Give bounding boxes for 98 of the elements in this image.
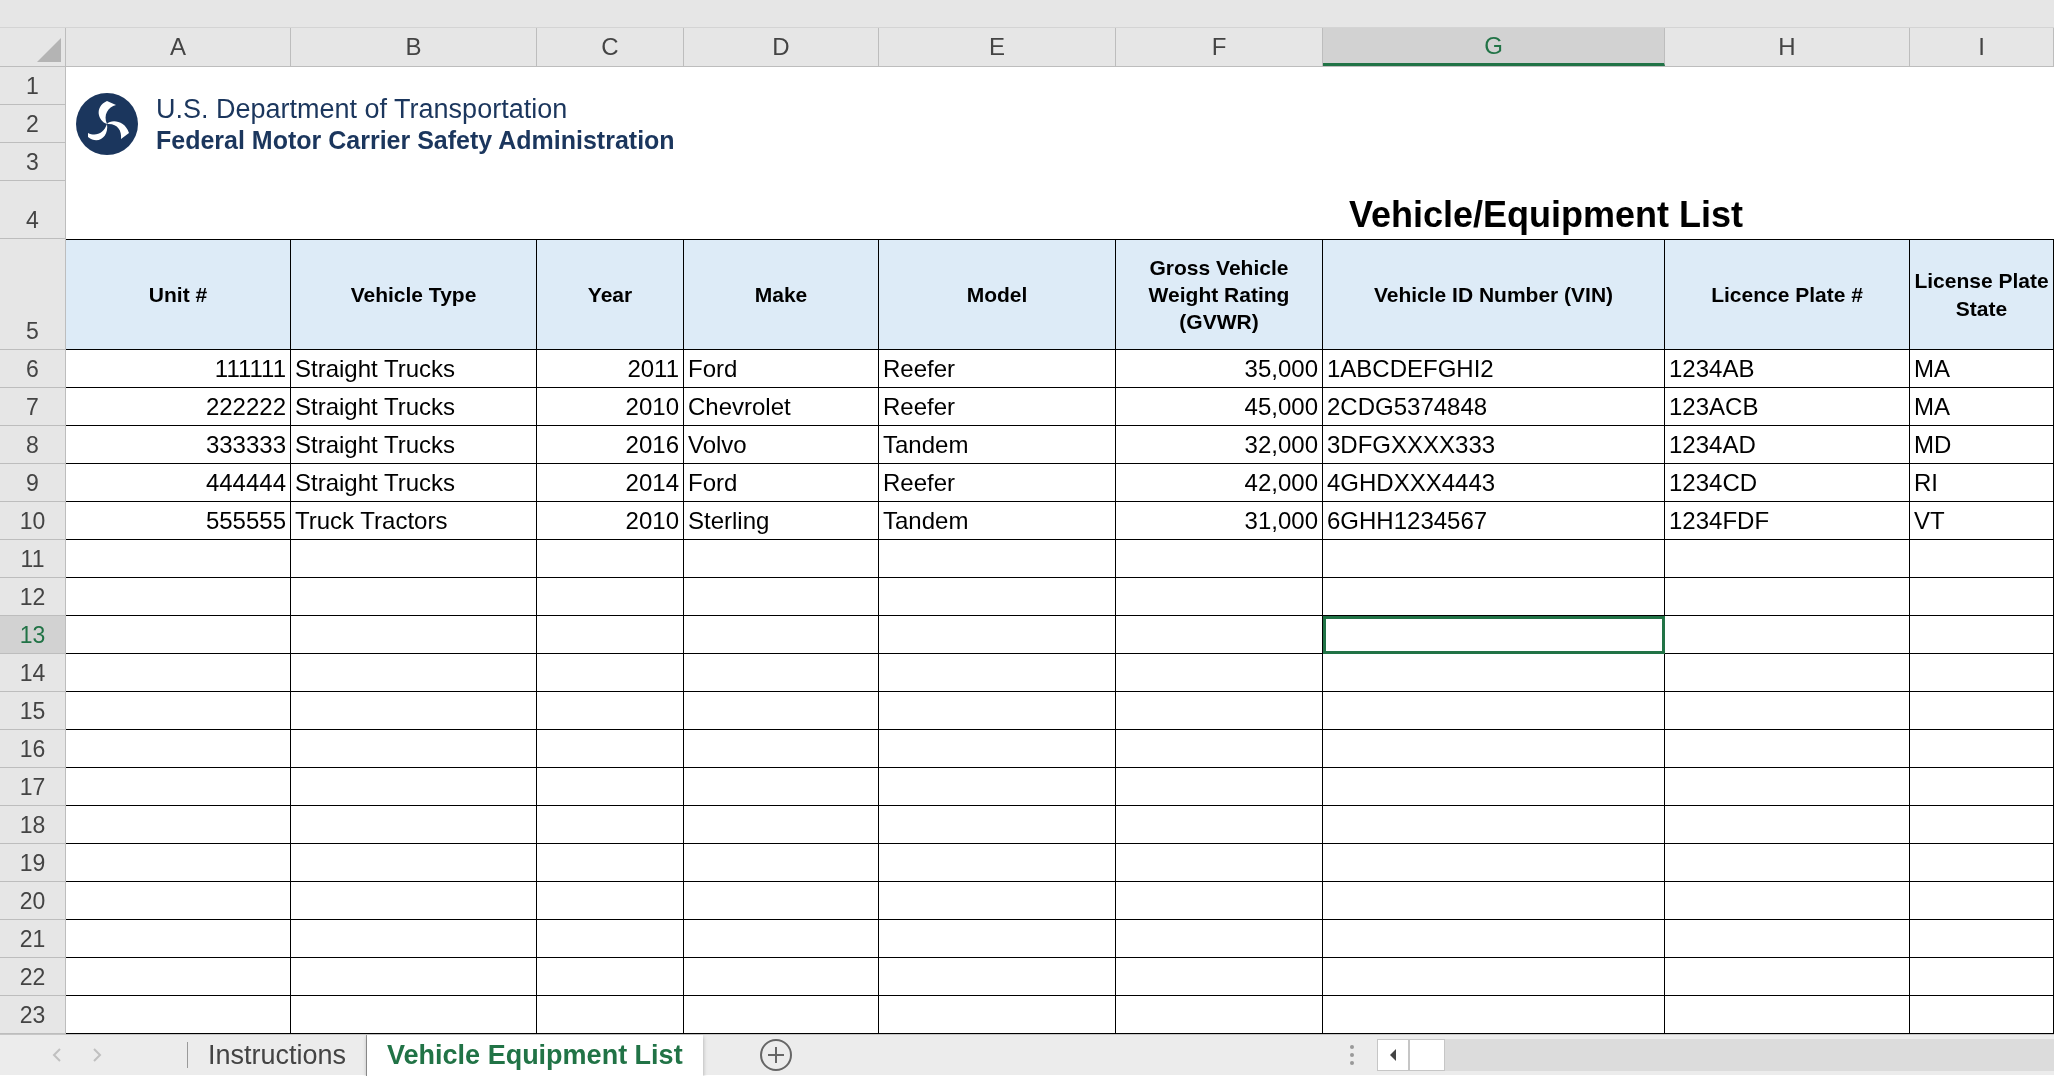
row-number[interactable]: 4 [0, 181, 66, 239]
row-number[interactable]: 6 [0, 350, 66, 388]
add-sheet-icon[interactable] [758, 1038, 793, 1072]
table-cell: 32,000 [1116, 426, 1323, 464]
row-number[interactable]: 14 [0, 654, 66, 692]
sheet-tab[interactable]: Vehicle Equipment List [367, 1034, 703, 1076]
table-cell: Chevrolet [684, 388, 879, 426]
scrollbar-thumb[interactable] [1408, 1039, 1445, 1071]
sheet-title: Vehicle/Equipment List [1348, 197, 1744, 237]
row-number[interactable]: 20 [0, 882, 66, 920]
table-cell: 2010 [537, 502, 684, 540]
row-number[interactable]: 23 [0, 996, 66, 1034]
table-cell: MA [1910, 350, 2054, 388]
table-cell: 444444 [66, 464, 291, 502]
column-heading: Year [537, 239, 684, 350]
splitter-handle-icon[interactable] [1348, 1044, 1355, 1066]
column-header[interactable]: E [879, 28, 1116, 66]
table-cell: 333333 [66, 426, 291, 464]
table-cell: 1ABCDEFGHI2 [1323, 350, 1665, 388]
column-header[interactable]: B [291, 28, 537, 66]
column-header[interactable]: A [66, 28, 291, 66]
column-heading: Gross Vehicle Weight Rating (GVWR) [1116, 239, 1323, 350]
column-heading: Make [684, 239, 879, 350]
column-header[interactable]: C [537, 28, 684, 66]
table-cell: Ford [684, 464, 879, 502]
row-number[interactable]: 13 [0, 616, 66, 654]
row-number[interactable]: 22 [0, 958, 66, 996]
logo-text: U.S. Department of Transportation [156, 92, 569, 126]
row-number[interactable]: 8 [0, 426, 66, 464]
scroll-left-button[interactable] [1376, 1039, 1409, 1071]
row-number[interactable]: 16 [0, 730, 66, 768]
row-number[interactable]: 1 [0, 67, 66, 105]
column-heading: Vehicle ID Number (VIN) [1323, 239, 1665, 350]
row-number[interactable]: 21 [0, 920, 66, 958]
column-header[interactable]: G [1323, 28, 1665, 66]
table-cell: Volvo [684, 426, 879, 464]
table-cell: Reefer [879, 350, 1116, 388]
row-number[interactable]: 2 [0, 105, 66, 143]
table-cell: 1234CD [1665, 464, 1910, 502]
table-cell: 1234AB [1665, 350, 1910, 388]
table-cell: 2014 [537, 464, 684, 502]
table-cell: 123ACB [1665, 388, 1910, 426]
table-cell: Truck Tractors [291, 502, 537, 540]
row-number[interactable]: 7 [0, 388, 66, 426]
table-cell: VT [1910, 502, 2054, 540]
scroll-left-icon[interactable] [52, 1048, 62, 1062]
column-heading: Model [879, 239, 1116, 350]
table-cell: Straight Trucks [291, 350, 537, 388]
table-cell: Reefer [879, 464, 1116, 502]
row-number[interactable]: 5 [0, 239, 66, 350]
table-cell: MA [1910, 388, 2054, 426]
table-cell: 6GHH1234567 [1323, 502, 1665, 540]
table-cell: Ford [684, 350, 879, 388]
column-heading: Unit # [66, 239, 291, 350]
table-cell: Straight Trucks [291, 388, 537, 426]
row-number[interactable]: 17 [0, 768, 66, 806]
scroll-right-icon[interactable] [92, 1048, 102, 1062]
column-header[interactable]: I [1910, 28, 2054, 66]
table-cell: 2010 [537, 388, 684, 426]
table-cell: 555555 [66, 502, 291, 540]
logo-icon [76, 93, 138, 155]
table-cell: 31,000 [1116, 502, 1323, 540]
column-heading: Licence Plate # [1665, 239, 1910, 350]
row-number[interactable]: 15 [0, 692, 66, 730]
table-cell: 222222 [66, 388, 291, 426]
column-heading: License Plate State [1910, 239, 2054, 350]
table-cell: Tandem [879, 426, 1116, 464]
table-cell: 1234FDF [1665, 502, 1910, 540]
row-number[interactable]: 3 [0, 143, 66, 181]
row-number[interactable]: 10 [0, 502, 66, 540]
table-cell: 42,000 [1116, 464, 1323, 502]
table-cell: 2011 [537, 350, 684, 388]
table-cell: 35,000 [1116, 350, 1323, 388]
table-cell: 2CDG5374848 [1323, 388, 1665, 426]
column-header[interactable]: H [1665, 28, 1910, 66]
column-header[interactable]: D [684, 28, 879, 66]
table-cell: Straight Trucks [291, 426, 537, 464]
logo-text: Federal Motor Carrier Safety Administration [156, 125, 675, 156]
table-cell: 111111 [66, 350, 291, 388]
row-number[interactable]: 11 [0, 540, 66, 578]
table-cell: 1234AD [1665, 426, 1910, 464]
table-cell: Sterling [684, 502, 879, 540]
select-all-icon[interactable] [37, 38, 61, 62]
table-cell: 4GHDXXX4443 [1323, 464, 1665, 502]
table-cell: Straight Trucks [291, 464, 537, 502]
row-number[interactable]: 9 [0, 464, 66, 502]
column-heading: Vehicle Type [291, 239, 537, 350]
active-cell[interactable] [1323, 616, 1665, 654]
table-cell: 45,000 [1116, 388, 1323, 426]
table-cell: Reefer [879, 388, 1116, 426]
table-cell: 2016 [537, 426, 684, 464]
table-cell: Tandem [879, 502, 1116, 540]
row-number[interactable]: 12 [0, 578, 66, 616]
row-number[interactable]: 18 [0, 806, 66, 844]
row-number[interactable]: 19 [0, 844, 66, 882]
table-cell: 3DFGXXXX333 [1323, 426, 1665, 464]
table-cell: MD [1910, 426, 2054, 464]
table-cell: RI [1910, 464, 2054, 502]
